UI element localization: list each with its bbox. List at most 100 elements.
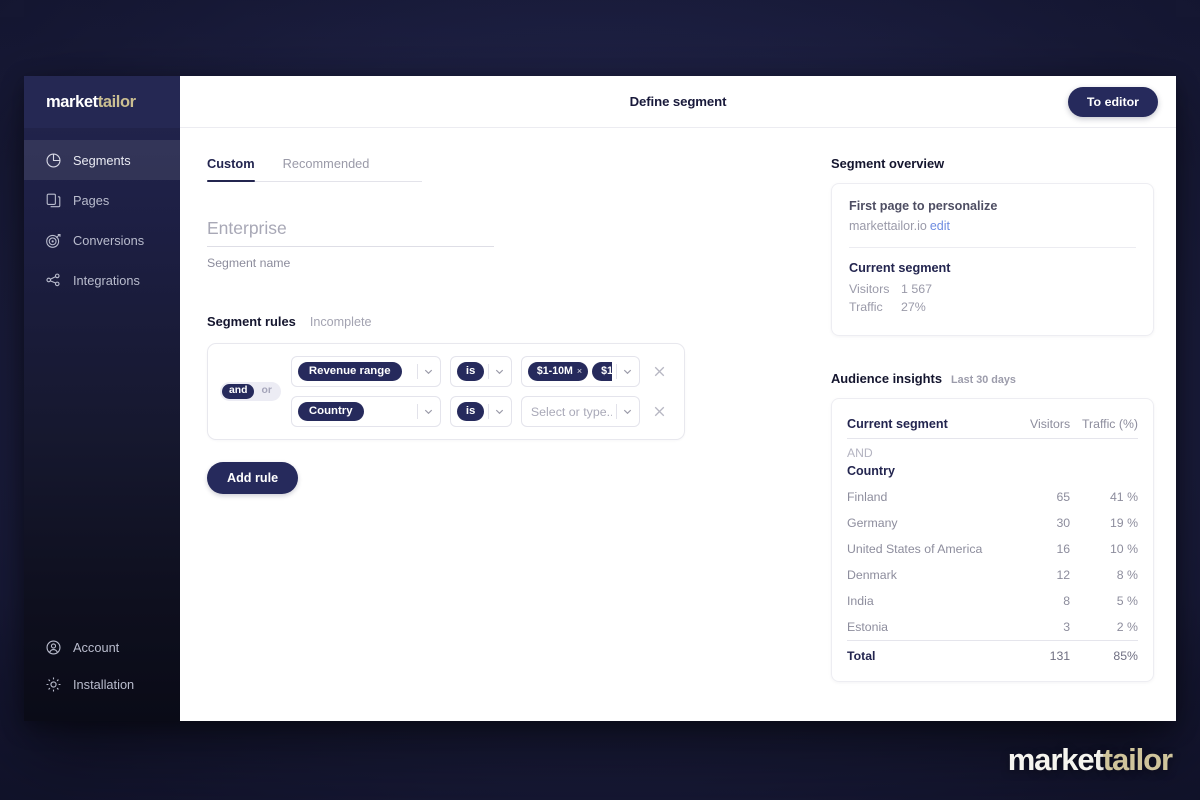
- logo-text: markettailor: [46, 93, 136, 112]
- stat-value: 27%: [901, 300, 926, 314]
- insights-column: Segment overview First page to personali…: [831, 156, 1176, 721]
- main-area: Define segment To editor Custom Recommen…: [180, 76, 1176, 721]
- stat-visitors: Visitors 1 567: [849, 282, 1136, 296]
- sidebar-item-pages[interactable]: Pages: [24, 180, 180, 220]
- sidebar-item-account[interactable]: Account: [24, 629, 180, 666]
- remove-rule-icon[interactable]: [650, 403, 668, 421]
- rule-rows: Revenue range is $1-10M × $1 Country is …: [290, 356, 668, 427]
- to-editor-button[interactable]: To editor: [1067, 86, 1158, 117]
- table-row: United States of America 16 10 %: [847, 536, 1138, 562]
- segment-name-input[interactable]: [207, 218, 494, 247]
- stat-key: Visitors: [849, 282, 890, 296]
- row-visitors: 16: [1056, 542, 1071, 556]
- add-rule-button[interactable]: Add rule: [207, 462, 299, 494]
- row-visitors: 12: [1056, 568, 1071, 582]
- rule-value-select[interactable]: Select or type...: [520, 396, 640, 427]
- row-visitors: 8: [1063, 594, 1071, 608]
- sidebar-item-segments[interactable]: Segments: [24, 140, 180, 180]
- row-traffic: 41 %: [1109, 490, 1138, 504]
- segment-builder-column: Custom Recommended Segment name Segment …: [180, 156, 831, 721]
- column-header-traffic: Traffic (%): [1070, 411, 1138, 439]
- audience-insights-card: Current segment Visitors Traffic (%) AND: [831, 398, 1154, 682]
- rule-field-select[interactable]: Revenue range: [290, 356, 441, 387]
- page-title: Define segment: [629, 94, 727, 109]
- operator-traffic: [1070, 439, 1138, 463]
- and-option[interactable]: and: [222, 383, 255, 400]
- rule-field-pill: Country: [297, 401, 364, 422]
- stat-traffic: Traffic 27%: [849, 300, 1136, 314]
- audience-insights-title-text: Audience insights: [831, 371, 943, 386]
- table-row: Germany 30 19 %: [847, 510, 1138, 536]
- logo-market-part: market: [46, 92, 98, 111]
- chevron-down-icon[interactable]: [612, 364, 639, 379]
- total-traffic: 85%: [1070, 640, 1138, 669]
- column-header-visitors: Visitors: [1021, 411, 1071, 439]
- content: Custom Recommended Segment name Segment …: [180, 128, 1176, 721]
- segment-rules-title: Segment rules: [207, 314, 296, 329]
- row-traffic: 8 %: [1116, 568, 1138, 582]
- pages-icon: [45, 192, 62, 209]
- table-body: AND Country Finland 65 41 % Germany 30 1…: [847, 439, 1138, 669]
- operator-label: AND: [847, 446, 873, 460]
- rule-row: Revenue range is $1-10M × $1: [290, 356, 668, 387]
- rule-field-value: Revenue range: [297, 361, 413, 382]
- value-tag[interactable]: $10-100M ×: [592, 362, 612, 381]
- first-page-row: markettailor.io edit: [849, 219, 1136, 233]
- logo-tailor-part: tailor: [97, 92, 136, 111]
- rule-operator-select[interactable]: is: [449, 356, 512, 387]
- row-country: Estonia: [847, 620, 889, 634]
- row-visitors: 3: [1063, 620, 1071, 634]
- sidebar-nav-secondary: Account Installation: [24, 629, 180, 721]
- sidebar-logo[interactable]: markettailor: [24, 76, 180, 128]
- tab-recommended[interactable]: Recommended: [283, 156, 370, 181]
- sidebar-item-label: Account: [73, 640, 120, 655]
- chevron-down-icon[interactable]: [413, 364, 440, 379]
- watermark-tailor-part: tailor: [1102, 742, 1173, 777]
- rule-value-select[interactable]: $1-10M × $10-100M ×: [520, 356, 640, 387]
- segment-overview-title-text: Segment overview: [831, 156, 945, 171]
- table-head: Current segment Visitors Traffic (%): [847, 411, 1138, 439]
- segment-rules-header: Segment rules Incomplete: [207, 314, 805, 329]
- row-country: United States of America: [847, 542, 983, 556]
- watermark-logo: markettailor: [1007, 742, 1173, 778]
- gear-icon: [45, 676, 62, 693]
- edit-first-page-link[interactable]: edit: [930, 219, 950, 233]
- value-tag-label: $1-10M: [536, 365, 573, 378]
- topbar: Define segment To editor: [180, 76, 1176, 128]
- chevron-down-icon[interactable]: [612, 404, 639, 419]
- and-or-toggle[interactable]: and or: [220, 381, 281, 402]
- row-traffic: 10 %: [1109, 542, 1138, 556]
- share-nodes-icon: [45, 272, 62, 289]
- audience-insights-title: Audience insights Last 30 days: [831, 371, 1154, 386]
- rule-value-empty: Select or type...: [528, 405, 612, 419]
- sidebar-item-integrations[interactable]: Integrations: [24, 260, 180, 300]
- sidebar-item-conversions[interactable]: Conversions: [24, 220, 180, 260]
- rule-operator-value: is: [456, 401, 484, 422]
- sidebar-item-label: Conversions: [73, 232, 145, 248]
- sidebar-item-installation[interactable]: Installation: [24, 666, 180, 703]
- row-country: Finland: [847, 490, 888, 504]
- first-page-label: First page to personalize: [849, 199, 998, 213]
- row-visitors: 30: [1056, 516, 1071, 530]
- watermark-market-part: market: [1007, 742, 1104, 777]
- chevron-down-icon[interactable]: [484, 364, 511, 379]
- row-visitors: 65: [1056, 490, 1071, 504]
- chevron-down-icon[interactable]: [484, 404, 511, 419]
- value-tag[interactable]: $1-10M ×: [527, 362, 589, 381]
- remove-tag-icon[interactable]: ×: [577, 367, 582, 376]
- first-page-value: markettailor.io: [849, 219, 927, 233]
- remove-rule-icon[interactable]: [650, 363, 668, 381]
- row-traffic: 5 %: [1116, 594, 1138, 608]
- total-visitors: 131: [1021, 640, 1071, 669]
- or-option[interactable]: or: [254, 384, 278, 399]
- tab-custom[interactable]: Custom: [207, 156, 255, 182]
- current-segment-label: Current segment: [849, 261, 951, 275]
- rule-operator-select[interactable]: is: [449, 396, 512, 427]
- row-traffic: 19 %: [1109, 516, 1138, 530]
- chevron-down-icon[interactable]: [413, 404, 440, 419]
- table-row: Finland 65 41 %: [847, 484, 1138, 510]
- app-window: markettailor Segments Pages Conversions: [24, 76, 1176, 721]
- rule-field-select[interactable]: Country: [290, 396, 441, 427]
- audience-insights-table: Current segment Visitors Traffic (%) AND: [847, 411, 1138, 669]
- group-row: Country: [847, 462, 1138, 484]
